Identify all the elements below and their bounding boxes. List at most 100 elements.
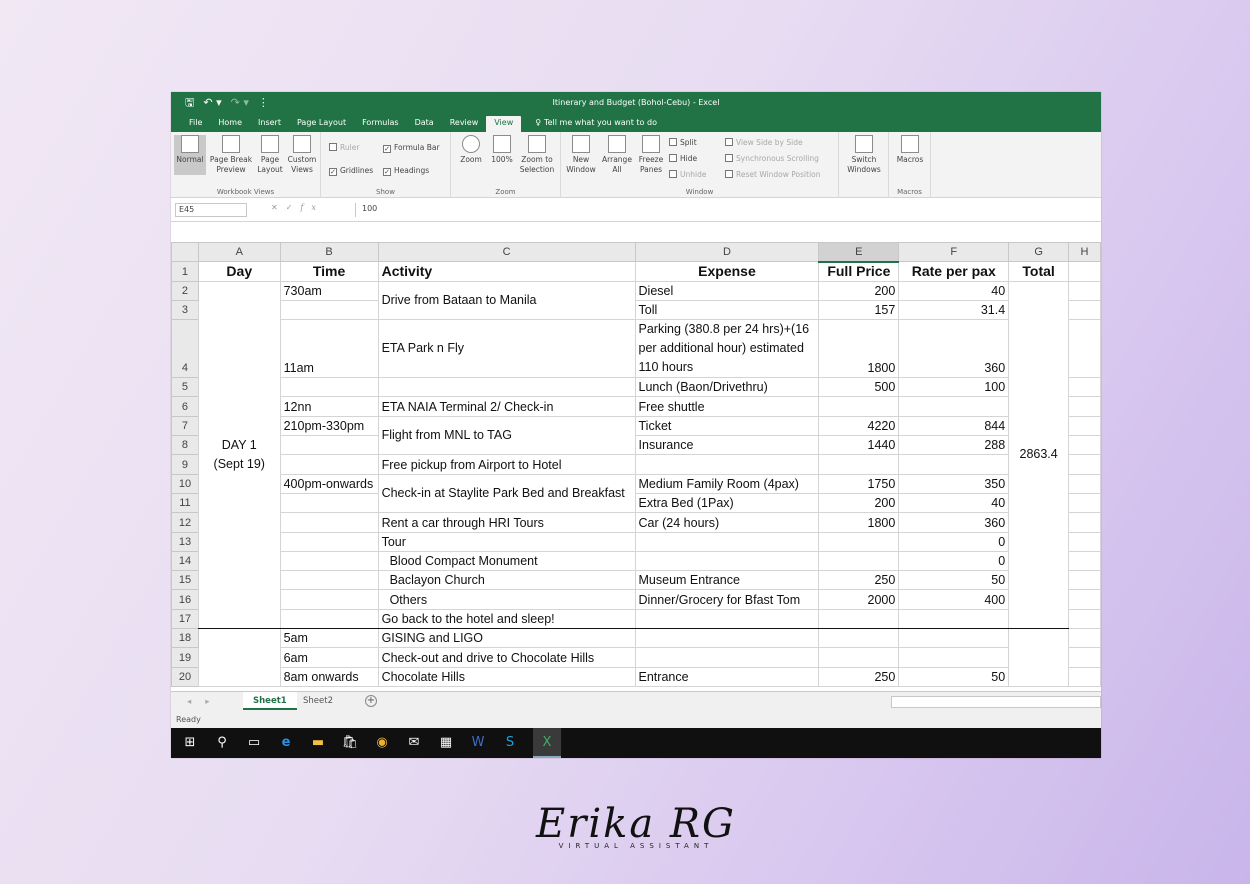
cell[interactable]: Check-in at Staylite Park Bed and Breakf… bbox=[377, 473, 636, 514]
edge-icon[interactable]: e bbox=[277, 734, 295, 752]
cell[interactable] bbox=[818, 454, 900, 475]
file-explorer-icon[interactable]: ▬ bbox=[309, 734, 327, 752]
cell[interactable] bbox=[634, 628, 820, 649]
cell[interactable]: 31.4 bbox=[898, 299, 1010, 321]
row-header[interactable]: 8 bbox=[171, 435, 199, 456]
column-header[interactable]: F bbox=[898, 242, 1010, 263]
formula-input[interactable]: 100 bbox=[355, 203, 1101, 217]
cell[interactable]: 1800 bbox=[818, 512, 900, 533]
cell[interactable]: Insurance bbox=[634, 435, 820, 456]
cell[interactable]: 288 bbox=[898, 435, 1010, 456]
cell[interactable] bbox=[1068, 319, 1101, 379]
skype-icon[interactable]: S bbox=[501, 734, 519, 752]
task-view-icon[interactable]: ▭ bbox=[245, 734, 263, 752]
unhide-button[interactable]: Unhide bbox=[669, 170, 706, 179]
cell[interactable]: Diesel bbox=[634, 280, 820, 301]
row-header[interactable]: 5 bbox=[171, 377, 199, 398]
cell[interactable]: Entrance bbox=[634, 666, 820, 687]
cell[interactable] bbox=[1068, 299, 1101, 321]
tab-file[interactable]: File bbox=[181, 116, 210, 132]
cell[interactable]: 0 bbox=[898, 531, 1010, 552]
cell[interactable]: 360 bbox=[898, 319, 1010, 379]
cell[interactable]: Car (24 hours) bbox=[634, 512, 820, 533]
cell[interactable] bbox=[818, 531, 900, 552]
page-layout-button[interactable]: Page Layout bbox=[255, 135, 285, 175]
cell[interactable] bbox=[898, 647, 1010, 668]
cell[interactable]: 2000 bbox=[818, 589, 900, 610]
cell[interactable]: 100 bbox=[898, 377, 1010, 398]
windows-icon[interactable]: ⊞ bbox=[181, 734, 199, 752]
cell[interactable] bbox=[1068, 570, 1101, 591]
cell[interactable]: Expense bbox=[634, 261, 820, 282]
cell[interactable]: 4220 bbox=[818, 415, 900, 437]
cell[interactable] bbox=[1068, 550, 1101, 572]
synchronous-scrolling-button[interactable]: Synchronous Scrolling bbox=[725, 154, 819, 163]
cell[interactable]: 200 bbox=[818, 492, 900, 514]
tab-view[interactable]: View bbox=[486, 116, 522, 132]
day1-total-cell[interactable]: 2863.4 bbox=[1008, 280, 1070, 630]
cell[interactable]: Check-out and drive to Chocolate Hills bbox=[377, 647, 636, 668]
cell[interactable] bbox=[634, 531, 820, 552]
cell[interactable]: Full Price bbox=[818, 261, 900, 282]
search-icon[interactable]: ⚲ bbox=[213, 734, 231, 752]
cell[interactable] bbox=[279, 608, 379, 630]
cell[interactable] bbox=[279, 570, 379, 591]
row-header[interactable]: 10 bbox=[171, 473, 199, 494]
tell-me-search[interactable]: ♀ Tell me what you want to do bbox=[527, 116, 665, 132]
cell[interactable] bbox=[818, 396, 900, 417]
cell[interactable] bbox=[1068, 454, 1101, 475]
row-header[interactable]: 4 bbox=[171, 319, 199, 379]
cell[interactable] bbox=[898, 454, 1010, 475]
freeze-panes-button[interactable]: Freeze Panes bbox=[635, 135, 667, 175]
cell[interactable] bbox=[1068, 396, 1101, 417]
row-header[interactable]: 12 bbox=[171, 512, 199, 533]
cell[interactable] bbox=[634, 454, 820, 475]
cell[interactable]: Flight from MNL to TAG bbox=[377, 415, 636, 456]
cell[interactable] bbox=[1068, 608, 1101, 630]
column-header[interactable]: D bbox=[634, 242, 820, 263]
cell[interactable]: 11am bbox=[279, 319, 379, 379]
sheet-tab-sheet2[interactable]: Sheet2 bbox=[293, 692, 343, 710]
tab-home[interactable]: Home bbox=[210, 116, 250, 132]
view-side-by-side-button[interactable]: View Side by Side bbox=[725, 138, 803, 147]
cell[interactable] bbox=[1068, 435, 1101, 456]
cell[interactable] bbox=[634, 608, 820, 630]
cell[interactable] bbox=[1068, 666, 1101, 687]
split-button[interactable]: Split bbox=[669, 138, 697, 147]
row-header[interactable]: 1 bbox=[171, 261, 199, 282]
cell[interactable] bbox=[1068, 377, 1101, 398]
cell[interactable]: 500 bbox=[818, 377, 900, 398]
row-header[interactable]: 20 bbox=[171, 666, 199, 687]
cell[interactable] bbox=[634, 550, 820, 572]
cell[interactable]: Medium Family Room (4pax) bbox=[634, 473, 820, 494]
page-break-preview-button[interactable]: Page Break Preview bbox=[207, 135, 255, 175]
horizontal-scrollbar[interactable] bbox=[891, 696, 1101, 708]
row-header[interactable]: 11 bbox=[171, 492, 199, 514]
select-all-corner[interactable] bbox=[171, 242, 199, 263]
cell[interactable] bbox=[1068, 415, 1101, 437]
cell[interactable]: Day bbox=[197, 261, 281, 282]
cell[interactable] bbox=[279, 492, 379, 514]
cell[interactable]: 250 bbox=[818, 570, 900, 591]
cell[interactable]: 40 bbox=[898, 280, 1010, 301]
cell[interactable]: Rate per pax bbox=[898, 261, 1010, 282]
sheet-nav-arrows[interactable]: ◂▸ bbox=[187, 697, 224, 707]
cell[interactable] bbox=[898, 628, 1010, 649]
cell[interactable]: Toll bbox=[634, 299, 820, 321]
cell[interactable] bbox=[1068, 512, 1101, 533]
custom-views-button[interactable]: Custom Views bbox=[285, 135, 319, 175]
row-header[interactable]: 19 bbox=[171, 647, 199, 668]
zoom-to-selection-button[interactable]: Zoom to Selection bbox=[517, 135, 557, 175]
cell[interactable]: Chocolate Hills bbox=[377, 666, 636, 687]
cell[interactable]: 360 bbox=[898, 512, 1010, 533]
cell[interactable]: 844 bbox=[898, 415, 1010, 437]
column-header[interactable]: C bbox=[377, 242, 636, 263]
macros-button[interactable]: Macros bbox=[891, 135, 929, 175]
cell[interactable]: 1800 bbox=[818, 319, 900, 379]
cell[interactable]: Extra Bed (1Pax) bbox=[634, 492, 820, 514]
new-window-button[interactable]: New Window bbox=[563, 135, 599, 175]
cell[interactable]: 5am bbox=[279, 628, 379, 649]
cell[interactable] bbox=[279, 454, 379, 475]
chrome-icon[interactable]: ◉ bbox=[373, 734, 391, 752]
cell[interactable] bbox=[1068, 261, 1101, 282]
